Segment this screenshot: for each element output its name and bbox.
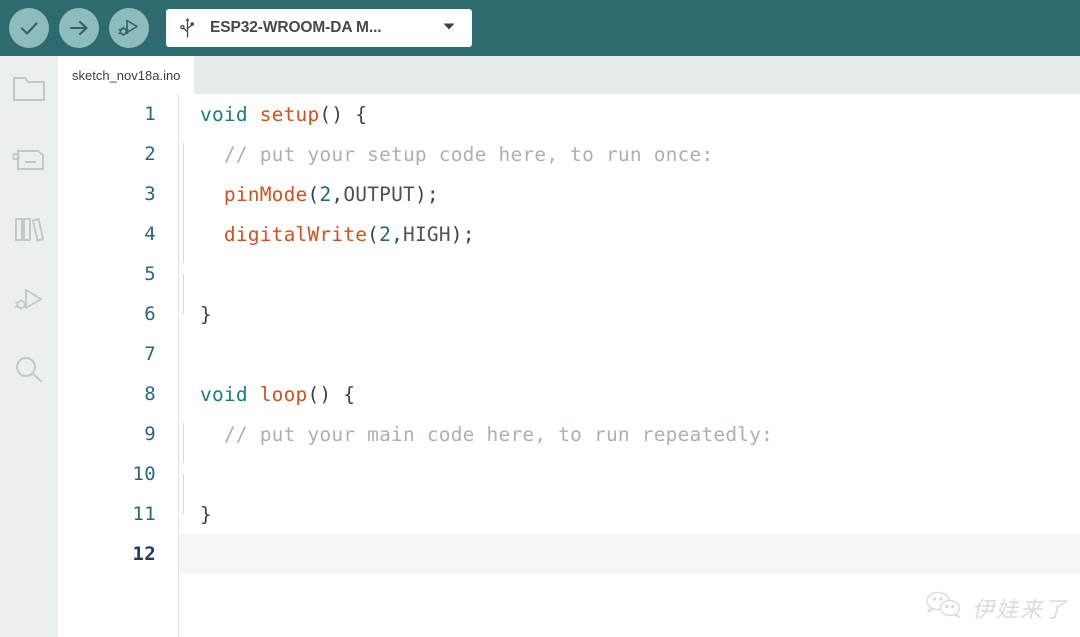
- gutter-separator: [178, 94, 179, 637]
- code-token: }: [200, 302, 212, 326]
- sidebar-item-search[interactable]: [0, 336, 58, 406]
- code-token: // put your setup code here, to run once…: [200, 142, 714, 166]
- code-text: // put your setup code here, to run once…: [178, 142, 1080, 183]
- tab-sketch-file[interactable]: sketch_nov18a.ino: [58, 56, 195, 94]
- line-number: 11: [132, 503, 156, 525]
- sidebar-item-library-manager[interactable]: [0, 196, 58, 266]
- code-token: () {: [307, 382, 356, 406]
- arrow-right-icon: [67, 16, 91, 40]
- line-number: 8: [144, 383, 156, 405]
- code-text: void setup() {: [178, 103, 1080, 126]
- tab-label: sketch_nov18a.ino: [72, 67, 181, 83]
- line-number: 12: [132, 543, 156, 565]
- indent-guide: [183, 182, 184, 223]
- code-text: pinMode(2,OUTPUT);: [178, 182, 1080, 223]
- code-token: loop: [259, 382, 308, 406]
- code-token: ,: [391, 222, 404, 246]
- code-line[interactable]: 8 void loop() {: [58, 374, 1080, 414]
- code-token: 2: [319, 182, 332, 206]
- line-number: 9: [144, 423, 156, 445]
- code-token: 2: [379, 222, 392, 246]
- indent-guide: [183, 142, 184, 183]
- code-text: }: [178, 503, 1080, 526]
- line-number: 4: [144, 223, 156, 245]
- code-lines: 1 void setup() {2 // put your setup code …: [58, 94, 1080, 574]
- code-token: OUTPUT: [343, 182, 415, 206]
- board-icon: [12, 144, 46, 179]
- code-line[interactable]: 3 pinMode(2,OUTPUT);: [58, 174, 1080, 223]
- upload-button[interactable]: [59, 8, 99, 48]
- line-number: 7: [144, 343, 156, 365]
- check-icon: [17, 16, 41, 40]
- code-token: digitalWrite: [223, 222, 368, 246]
- code-text: digitalWrite(2,HIGH);: [178, 222, 1080, 263]
- folder-icon: [12, 74, 46, 109]
- code-token: (: [367, 222, 380, 246]
- code-token: ,: [331, 182, 344, 206]
- code-editor[interactable]: 1 void setup() {2 // put your setup code …: [58, 94, 1080, 637]
- line-number: 5: [144, 263, 156, 285]
- toolbar-button-group: [0, 8, 149, 48]
- sidebar-item-debug[interactable]: [0, 266, 58, 336]
- code-line[interactable]: 5: [58, 254, 1080, 314]
- active-line-highlight: [178, 534, 1080, 574]
- line-number: 2: [144, 143, 156, 165]
- search-icon: [12, 354, 46, 389]
- code-line[interactable]: 10: [58, 454, 1080, 514]
- debug-icon: [12, 284, 46, 319]
- line-number: 10: [132, 463, 156, 485]
- code-text: // put your main code here, to run repea…: [178, 422, 1080, 463]
- code-line[interactable]: 9 // put your main code here, to run rep…: [58, 414, 1080, 463]
- board-name-label: ESP32-WROOM-DA M...: [210, 19, 382, 36]
- code-token: }: [200, 502, 212, 526]
- tab-bar: sketch_nov18a.ino: [58, 56, 1080, 94]
- chevron-down-icon[interactable]: [442, 19, 456, 38]
- arduino-ide-window: ESP32-WROOM-DA M... sketch_nov18a.ino 1 …: [0, 0, 1080, 637]
- code-token: // put your main code here, to run repea…: [200, 422, 774, 446]
- debug-button[interactable]: [109, 8, 149, 48]
- code-token: void: [200, 382, 248, 406]
- usb-icon: [178, 17, 196, 39]
- code-line[interactable]: 2 // put your setup code here, to run on…: [58, 134, 1080, 183]
- code-line[interactable]: 7: [58, 334, 1080, 374]
- code-line[interactable]: 4 digitalWrite(2,HIGH);: [58, 214, 1080, 263]
- code-token: (: [307, 182, 320, 206]
- line-number: 1: [144, 103, 156, 125]
- indent-guide: [183, 422, 184, 463]
- code-token: setup: [259, 102, 320, 126]
- code-token: );: [414, 182, 439, 206]
- code-token: );: [450, 222, 475, 246]
- line-number: 6: [144, 303, 156, 325]
- indent-guide: [183, 222, 184, 263]
- code-line[interactable]: 12: [58, 534, 1080, 574]
- sidebar-item-sketchbook[interactable]: [0, 56, 58, 126]
- verify-button[interactable]: [9, 8, 49, 48]
- code-token: void: [200, 102, 248, 126]
- code-text: }: [178, 303, 1080, 326]
- code-token: HIGH: [403, 222, 451, 246]
- code-token: pinMode: [223, 182, 308, 206]
- activity-bar: [0, 56, 58, 637]
- code-line[interactable]: 6}: [58, 294, 1080, 334]
- books-icon: [12, 214, 46, 249]
- sidebar-item-boards-manager[interactable]: [0, 126, 58, 196]
- code-token: () {: [319, 102, 368, 126]
- line-number: 3: [144, 183, 156, 205]
- code-line[interactable]: 1 void setup() {: [58, 94, 1080, 134]
- board-selector[interactable]: ESP32-WROOM-DA M...: [166, 9, 472, 47]
- main-toolbar: ESP32-WROOM-DA M...: [0, 0, 1080, 56]
- code-text: void loop() {: [178, 383, 1080, 406]
- debug-icon: [116, 15, 142, 41]
- code-line[interactable]: 11}: [58, 494, 1080, 534]
